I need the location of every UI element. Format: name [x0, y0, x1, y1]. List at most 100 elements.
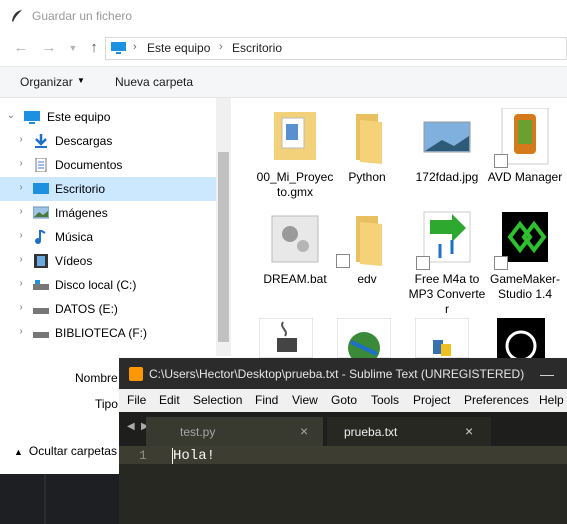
tree-item-label: Escritorio	[55, 182, 106, 196]
sublime-tabbar: ◀ ▶ test.py × prueba.txt ×	[119, 412, 567, 446]
chevron-right-icon[interactable]: ›	[16, 230, 26, 241]
menu-project[interactable]: Project	[413, 393, 450, 407]
tree-item-imagenes[interactable]: › Imágenes	[0, 201, 216, 225]
hide-folders-toggle[interactable]: ▲ Ocultar carpetas	[14, 444, 117, 458]
tree-item-label: Descargas	[55, 134, 113, 148]
recent-chevron-down-icon[interactable]: ▼	[64, 39, 82, 57]
drive-icon	[33, 280, 49, 290]
obs-app-icon	[497, 318, 545, 358]
hide-folders-label: Ocultar carpetas	[28, 444, 117, 458]
chevron-down-icon[interactable]: ⌄	[6, 110, 16, 121]
close-icon[interactable]: ×	[465, 423, 473, 439]
chevron-right-icon[interactable]: ›	[16, 302, 26, 313]
chevron-down-icon[interactable]: ▼	[77, 76, 85, 85]
chevron-right-icon[interactable]: ›	[16, 182, 26, 193]
file-type-label: Tipo	[95, 397, 118, 411]
chevron-right-icon[interactable]: ›	[16, 158, 26, 169]
up-arrow-icon[interactable]: ↑	[85, 39, 103, 57]
tab-label: test.py	[180, 425, 216, 439]
tree-item-biblioteca-f[interactable]: › BIBLIOTECA (F:)	[0, 321, 216, 345]
minimize-button[interactable]: —	[540, 366, 554, 382]
video-icon	[34, 254, 48, 268]
java-app-icon	[259, 318, 313, 358]
tree-item-datos-e[interactable]: › DATOS (E:)	[0, 297, 216, 321]
desktop-icon	[33, 183, 49, 194]
sublime-menubar: File Edit Selection Find View Goto Tools…	[119, 389, 567, 412]
shortcut-arrow-icon	[336, 254, 350, 268]
file-item-gamemaker[interactable]: GameMaker-Studio 1.4	[486, 204, 564, 304]
tab-prueba-txt[interactable]: prueba.txt ×	[327, 417, 491, 446]
tree-item-descargas[interactable]: › Descargas	[0, 129, 216, 153]
chevron-right-icon[interactable]: ›	[16, 254, 26, 265]
colorful-app-icon	[337, 318, 391, 358]
file-item-mi-proyecto[interactable]: 00_Mi_Proyecto.gmx	[256, 102, 334, 202]
sublime-title: C:\Users\Hector\Desktop\prueba.txt - Sub…	[149, 367, 525, 381]
drive-icon	[33, 332, 49, 338]
document-icon	[35, 158, 47, 172]
chevron-right-icon: ›	[219, 41, 223, 53]
file-item-free-m4a-converter[interactable]: Free M4a to MP3 Converter	[408, 204, 486, 316]
shortcut-arrow-icon	[494, 154, 508, 168]
file-item-172fdad[interactable]: 172fdad.jpg	[408, 102, 486, 202]
file-name: GameMaker-Studio 1.4	[489, 272, 560, 301]
tree-item-label: Música	[55, 230, 94, 244]
tree-item-escritorio[interactable]: › Escritorio	[0, 177, 216, 201]
chevron-right-icon[interactable]: ›	[16, 278, 26, 289]
pc-icon	[24, 111, 40, 124]
python-app-icon	[415, 318, 469, 358]
file-name: DREAM.bat	[263, 272, 327, 286]
feather-icon	[12, 10, 22, 22]
folder-doc-icon	[274, 112, 316, 160]
menu-preferences[interactable]: Preferences	[464, 393, 529, 407]
address-bar[interactable]: › Este equipo › Escritorio	[105, 37, 567, 60]
menu-file[interactable]: File	[127, 393, 146, 407]
chevron-right-icon[interactable]: ›	[16, 326, 26, 337]
file-name: edv	[357, 272, 377, 286]
divider	[44, 474, 46, 524]
tree-item-disco-local-c[interactable]: › Disco local (C:)	[0, 273, 216, 297]
file-item-avd-manager[interactable]: AVD Manager	[486, 102, 564, 202]
organize-button[interactable]: Organizar	[20, 75, 73, 89]
file-item-python[interactable]: Python	[328, 102, 406, 202]
background-terminal	[0, 474, 119, 524]
menu-tools[interactable]: Tools	[371, 393, 399, 407]
chevron-right-icon[interactable]: ›	[16, 134, 26, 145]
tree-item-label: Disco local (C:)	[55, 278, 137, 292]
menu-find[interactable]: Find	[255, 393, 278, 407]
file-item-edv[interactable]: edv	[328, 204, 406, 304]
tree-item-label: Documentos	[55, 158, 123, 172]
tree-item-documentos[interactable]: › Documentos	[0, 153, 216, 177]
breadcrumb-este-equipo[interactable]: Este equipo	[147, 41, 210, 55]
editor-text[interactable]: Hola!	[173, 448, 215, 464]
music-icon	[35, 230, 46, 244]
tab-label: prueba.txt	[344, 425, 398, 439]
download-icon	[35, 134, 47, 148]
breadcrumb-escritorio[interactable]: Escritorio	[232, 41, 282, 55]
tree-item-musica[interactable]: › Música	[0, 225, 216, 249]
file-name: 00_Mi_Proyecto.gmx	[256, 170, 334, 199]
back-arrow-icon[interactable]: ←	[12, 39, 30, 57]
menu-help[interactable]: Help	[539, 393, 564, 407]
menu-view[interactable]: View	[292, 393, 318, 407]
chevron-up-icon: ▲	[14, 447, 23, 457]
tree-item-este-equipo[interactable]: ⌄ Este equipo	[0, 105, 216, 129]
dialog-title: Guardar un fichero	[32, 9, 133, 23]
menu-edit[interactable]: Edit	[159, 393, 180, 407]
file-list: 00_Mi_Proyecto.gmx Python 172fdad.jpg AV	[231, 98, 567, 358]
shortcut-arrow-icon	[416, 256, 430, 270]
tree-item-videos[interactable]: › Vídeos	[0, 249, 216, 273]
image-file-icon	[423, 121, 471, 153]
chevron-right-icon[interactable]: ›	[16, 206, 26, 217]
tab-test-py[interactable]: test.py ×	[146, 417, 323, 446]
command-toolbar: Organizar ▼ Nueva carpeta	[0, 66, 567, 98]
tree-scrollbar-thumb[interactable]	[218, 152, 229, 342]
file-item-dream-bat[interactable]: DREAM.bat	[256, 204, 334, 304]
menu-selection[interactable]: Selection	[193, 393, 242, 407]
menu-goto[interactable]: Goto	[331, 393, 357, 407]
forward-arrow-icon[interactable]: →	[40, 39, 58, 57]
tree-item-label: DATOS (E:)	[55, 302, 118, 316]
line-number: 1	[139, 448, 147, 463]
new-folder-button[interactable]: Nueva carpeta	[115, 75, 193, 89]
close-icon[interactable]: ×	[300, 423, 308, 439]
tab-prev-icon[interactable]: ◀	[127, 421, 135, 432]
